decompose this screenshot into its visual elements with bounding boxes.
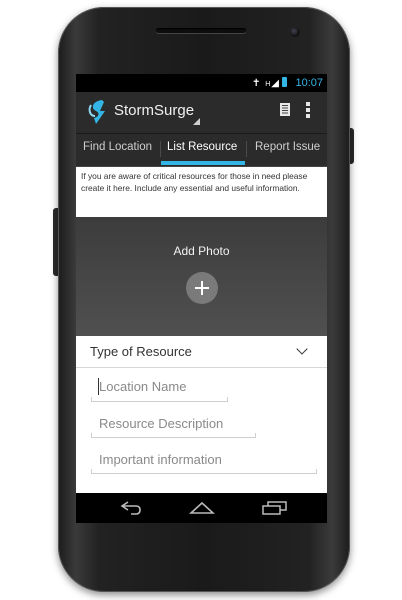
input-underline [91,437,256,438]
tab-report-issue[interactable]: Report Issue [255,134,320,166]
storm-logo-icon [88,100,105,124]
earpiece-speaker [156,28,246,33]
navigation-bar [76,493,327,523]
add-photo-area[interactable]: Add Photo [76,217,327,336]
info-panel: If you are aware of critical resources f… [76,167,327,217]
input-underline [91,401,228,402]
action-bar: StormSurge [76,92,327,134]
input-underline-tick [316,469,317,473]
chevron-down-icon [296,343,308,355]
add-photo-plus-icon[interactable] [186,272,218,304]
input-underline-tick [91,433,92,437]
screen: ✝ H◢ 10:07 StormSurge Find Location List… [76,74,327,523]
input-underline-tick [91,397,92,401]
input-underline-tick [255,433,256,437]
back-icon[interactable] [119,501,143,515]
signal-icons: ✝ H◢ [252,77,287,89]
spinner-indicator-icon [193,118,200,125]
info-text: If you are aware of critical resources f… [81,171,308,193]
recents-icon[interactable] [262,501,288,515]
tab-find-location[interactable]: Find Location [83,134,152,166]
input-underline-tick [91,469,92,473]
resource-type-label: Type of Resource [90,344,192,359]
home-icon[interactable] [189,501,215,515]
menu-overflow-icon[interactable] [306,102,310,118]
add-photo-label: Add Photo [173,244,230,258]
important-information-input[interactable]: Important information [99,452,222,467]
location-name-input[interactable]: Location Name [99,379,186,394]
resource-form: Type of Resource Location Name Resource … [76,336,327,493]
resource-type-dropdown[interactable]: Type of Resource [76,336,327,368]
battery-icon [282,77,287,87]
status-clock: 10:07 [295,77,323,89]
active-tab-indicator [161,161,245,165]
resource-description-input[interactable]: Resource Description [99,416,223,431]
tab-divider [160,141,161,157]
front-camera [290,27,300,37]
input-underline [91,473,317,474]
document-icon[interactable] [280,103,290,116]
app-title[interactable]: StormSurge [114,102,194,119]
status-bar: ✝ H◢ 10:07 [76,74,327,92]
tab-divider [246,141,247,157]
input-underline-tick [227,397,228,401]
tab-bar: Find Location List Resource Report Issue [76,134,327,167]
